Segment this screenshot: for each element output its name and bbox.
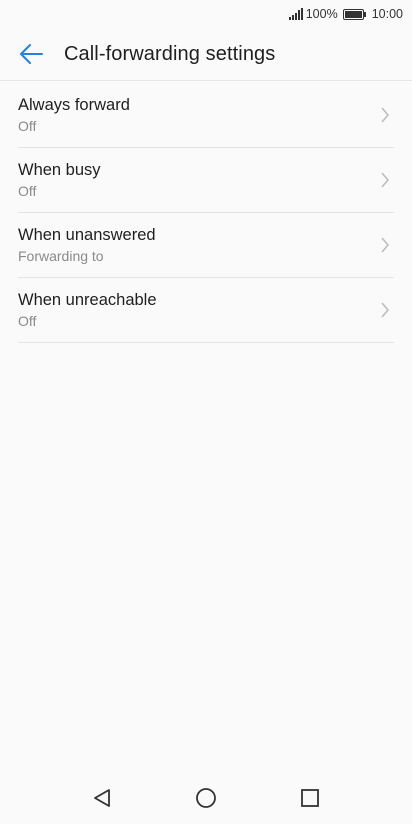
list-item-title: When unanswered — [18, 226, 156, 244]
back-button[interactable] — [0, 28, 64, 80]
clock: 10:00 — [371, 7, 403, 21]
recents-square-icon — [299, 787, 321, 809]
navigation-bar — [0, 772, 412, 824]
list-item-subtitle: Off — [18, 183, 37, 199]
settings-list: Always forward Off When busy Off When un… — [18, 83, 394, 343]
list-item-text: When busy Off — [18, 159, 101, 201]
list-item-text: When unanswered Forwarding to — [18, 224, 156, 266]
chevron-right-icon — [380, 172, 390, 188]
battery-percent: 100% — [305, 7, 338, 21]
nav-home-button[interactable] — [186, 778, 226, 818]
list-item-subtitle: Forwarding to — [18, 248, 104, 264]
app-bar: Call-forwarding settings — [0, 28, 412, 81]
home-circle-icon — [195, 787, 217, 809]
list-item-subtitle: Off — [18, 313, 37, 329]
list-item-title: When busy — [18, 161, 101, 179]
back-arrow-icon — [18, 43, 44, 65]
status-bar: 100% 10:00 — [0, 0, 412, 28]
list-item-text: Always forward Off — [18, 94, 130, 136]
battery-icon — [342, 8, 367, 20]
list-item-text: When unreachable Off — [18, 289, 157, 331]
list-item-when-unanswered[interactable]: When unanswered Forwarding to — [18, 213, 394, 278]
list-item-title: Always forward — [18, 96, 130, 114]
list-item-when-busy[interactable]: When busy Off — [18, 148, 394, 213]
nav-back-button[interactable] — [82, 778, 122, 818]
list-item-always-forward[interactable]: Always forward Off — [18, 83, 394, 148]
list-item-when-unreachable[interactable]: When unreachable Off — [18, 278, 394, 343]
signal-icon — [288, 8, 303, 20]
nav-recents-button[interactable] — [290, 778, 330, 818]
list-item-title: When unreachable — [18, 291, 157, 309]
chevron-right-icon — [380, 302, 390, 318]
chevron-right-icon — [380, 237, 390, 253]
page-title: Call-forwarding settings — [64, 42, 276, 65]
chevron-right-icon — [380, 107, 390, 123]
list-item-subtitle: Off — [18, 118, 37, 134]
back-triangle-icon — [91, 787, 113, 809]
screen: 100% 10:00 Call-forwarding settings Alwa… — [0, 0, 412, 824]
